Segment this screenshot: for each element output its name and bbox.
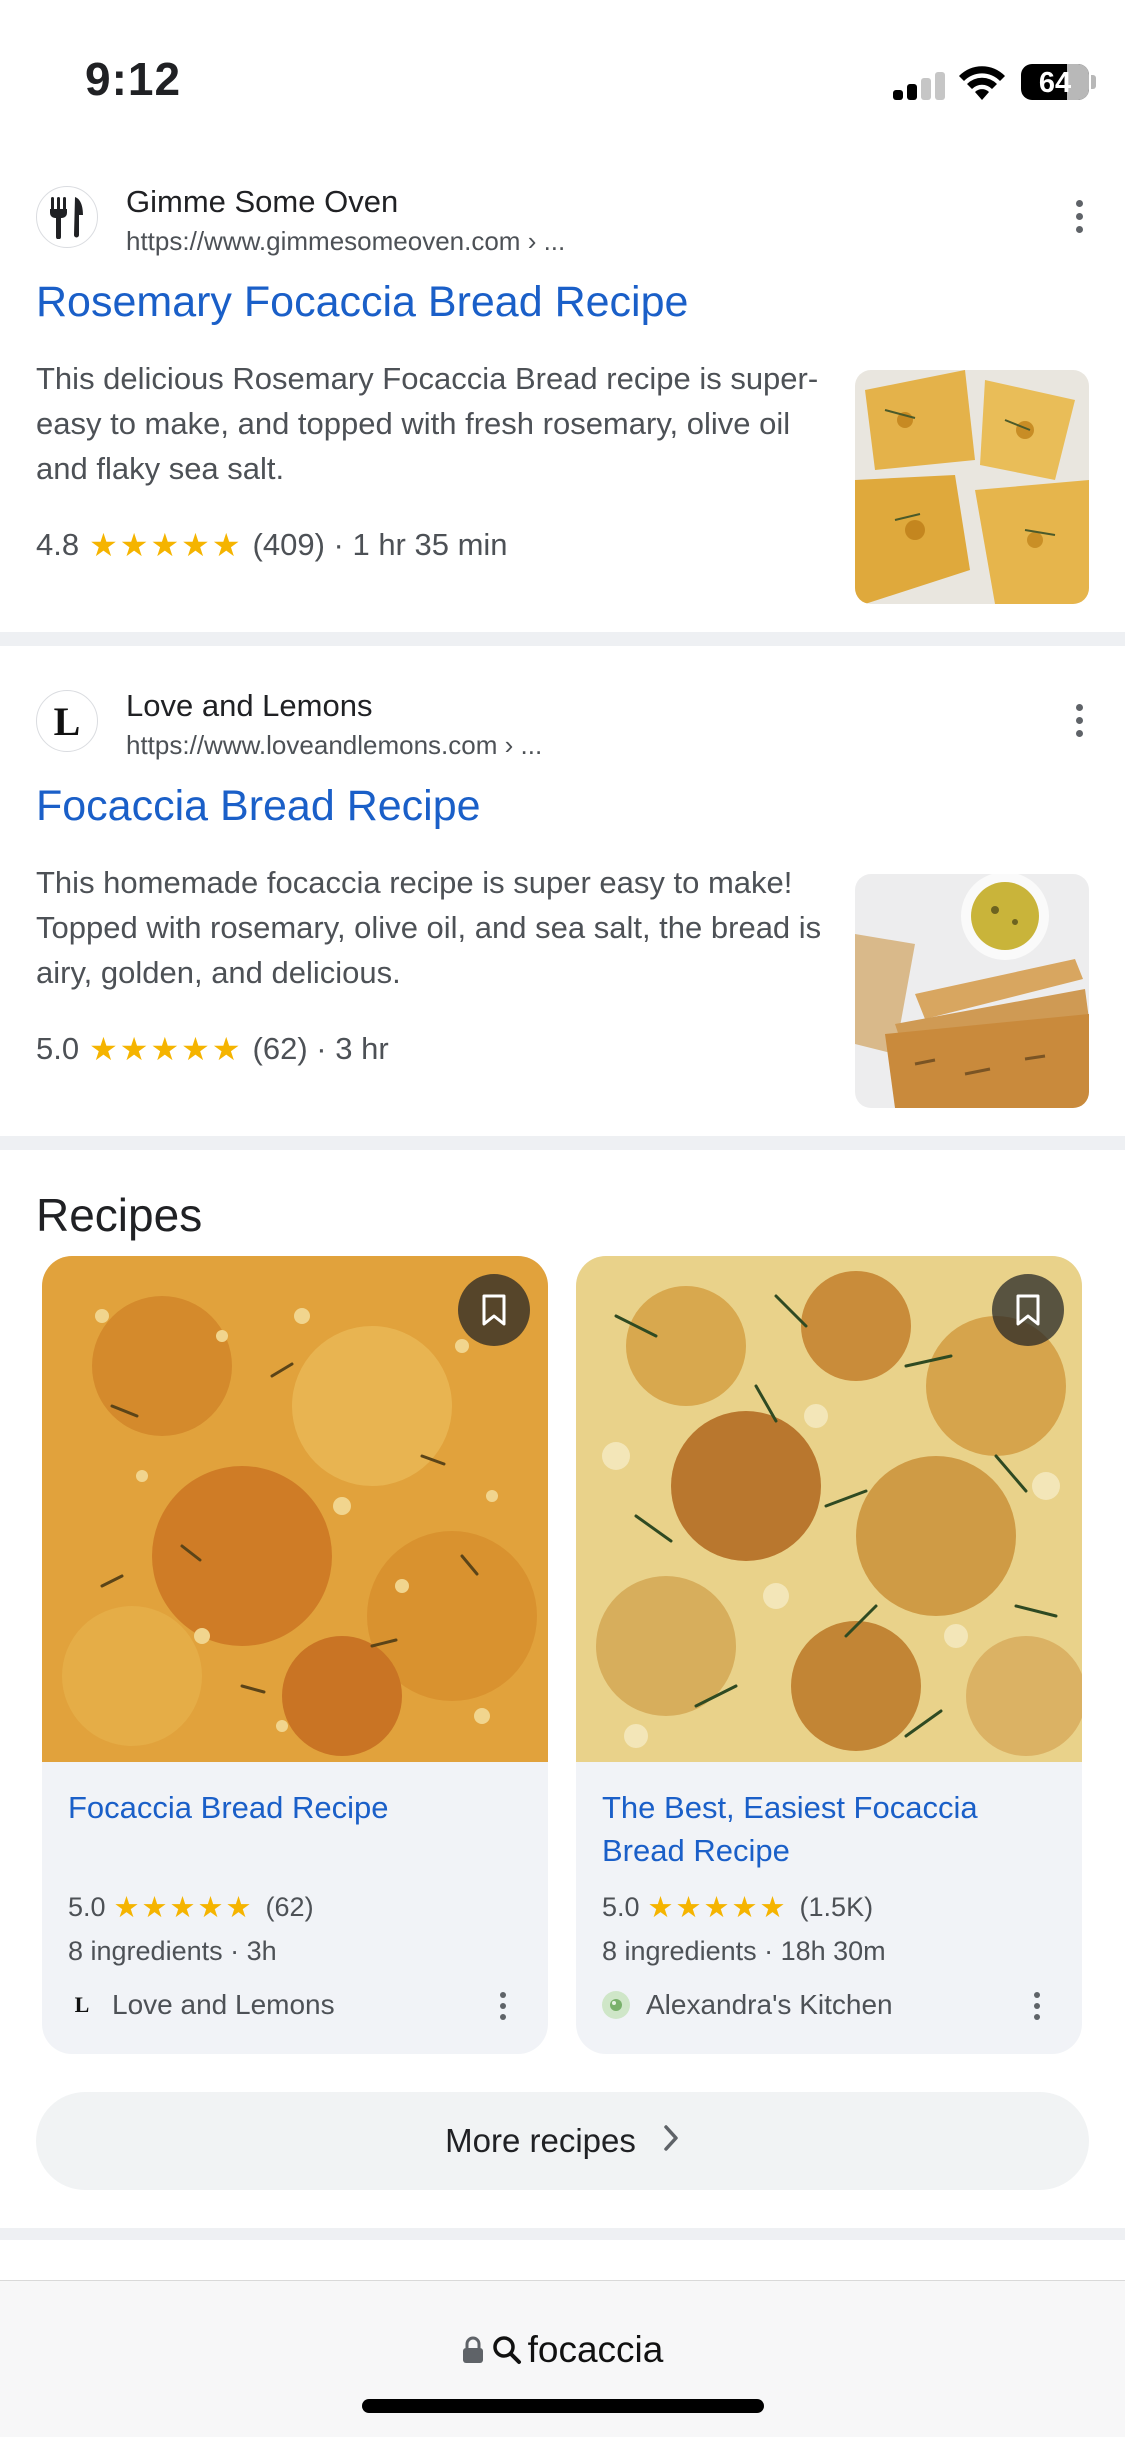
recipe-meta: 8 ingredients · 3h xyxy=(68,1936,277,1966)
recipe-title[interactable]: The Best, Easiest Focaccia Bread Recipe xyxy=(602,1786,1042,1872)
rating-details: (409) · 1 hr 35 min xyxy=(252,527,508,562)
rating-value: 5.0 xyxy=(68,1892,106,1922)
result-thumbnail[interactable] xyxy=(855,370,1089,604)
source-favicon xyxy=(602,1991,630,2019)
source-name: Love and Lemons xyxy=(112,1989,335,2020)
result-thumbnail[interactable] xyxy=(855,874,1089,1108)
rating-count: (1.5K) xyxy=(799,1892,874,1922)
result-separator xyxy=(0,2228,1125,2240)
source-name: Alexandra's Kitchen xyxy=(646,1989,893,2020)
home-indicator[interactable] xyxy=(362,2399,764,2413)
star-rating-icon: ★★★★★ xyxy=(89,1031,243,1067)
chevron-right-icon xyxy=(662,2122,680,2161)
site-name: Love and Lemons xyxy=(126,688,373,723)
status-time: 9:12 xyxy=(85,53,182,105)
kebab-menu-icon[interactable] xyxy=(1030,1992,1044,2025)
recipe-card[interactable]: Focaccia Bread Recipe 5.0 ★★★★★ (62) 8 i… xyxy=(42,1256,548,2054)
address-bar[interactable]: focaccia xyxy=(0,2280,1125,2437)
rating-value: 4.8 xyxy=(36,527,80,562)
result-rating: 4.8 ★★★★★ (409) · 1 hr 35 min xyxy=(36,526,508,564)
wifi-icon xyxy=(959,66,1005,100)
recipe-source[interactable]: L Love and Lemons xyxy=(68,1989,335,2021)
recipe-meta: 8 ingredients · 18h 30m xyxy=(602,1936,886,1966)
status-bar: 9:12 64 xyxy=(0,0,1125,150)
kebab-menu-icon[interactable] xyxy=(496,1992,510,2025)
star-rating-icon: ★★★★★ xyxy=(647,1892,788,1924)
result-separator xyxy=(0,632,1125,646)
lock-icon xyxy=(462,2336,483,2363)
signal-icon xyxy=(893,72,945,100)
search-result[interactable]: L Love and Lemons https://www.loveandlem… xyxy=(0,688,1125,1130)
rating-details: (62) · 3 hr xyxy=(252,1031,389,1066)
result-title[interactable]: Rosemary Focaccia Bread Recipe xyxy=(36,278,688,327)
recipes-heading: Recipes xyxy=(36,1189,203,1241)
address-field[interactable]: focaccia xyxy=(0,2329,1125,2371)
kebab-menu-icon[interactable] xyxy=(1072,704,1086,744)
site-favicon: L xyxy=(36,690,98,752)
result-source[interactable]: Gimme Some Oven https://www.gimmesomeove… xyxy=(36,184,1086,256)
more-recipes-label: More recipes xyxy=(445,2122,636,2159)
result-snippet: This delicious Rosemary Focaccia Bread r… xyxy=(36,361,819,486)
result-snippet: This homemade focaccia recipe is super e… xyxy=(36,865,822,990)
result-separator xyxy=(0,1136,1125,1150)
fork-knife-icon xyxy=(36,186,98,248)
result-title[interactable]: Focaccia Bread Recipe xyxy=(36,782,481,831)
rating-count: (62) xyxy=(265,1892,314,1922)
rating-value: 5.0 xyxy=(602,1892,640,1922)
star-rating-icon: ★★★★★ xyxy=(113,1892,254,1924)
result-source[interactable]: L Love and Lemons https://www.loveandlem… xyxy=(36,688,1086,760)
star-rating-icon: ★★★★★ xyxy=(89,527,243,563)
bookmark-icon[interactable] xyxy=(992,1274,1064,1346)
search-result[interactable]: Gimme Some Oven https://www.gimmesomeove… xyxy=(0,184,1125,626)
bookmark-icon[interactable] xyxy=(458,1274,530,1346)
battery-tip xyxy=(1091,75,1096,89)
result-rating: 5.0 ★★★★★ (62) · 3 hr xyxy=(36,1030,389,1068)
site-name: Gimme Some Oven xyxy=(126,184,399,219)
source-favicon: L xyxy=(74,1992,90,2017)
recipe-title[interactable]: Focaccia Bread Recipe xyxy=(68,1786,508,1829)
recipe-source[interactable]: Alexandra's Kitchen xyxy=(602,1989,893,2021)
site-url: https://www.gimmesomeoven.com › ... xyxy=(126,226,566,256)
kebab-menu-icon[interactable] xyxy=(1072,200,1086,240)
recipe-card[interactable]: The Best, Easiest Focaccia Bread Recipe … xyxy=(576,1256,1082,2054)
more-recipes-button[interactable]: More recipes xyxy=(36,2092,1089,2190)
site-url: https://www.loveandlemons.com › ... xyxy=(126,730,543,760)
recipe-rating: 5.0 ★★★★★ (62) xyxy=(68,1890,314,1925)
battery-icon: 64 xyxy=(1021,64,1089,100)
search-icon xyxy=(492,2336,521,2364)
recipe-rating: 5.0 ★★★★★ (1.5K) xyxy=(602,1890,873,1925)
battery-level: 64 xyxy=(1038,67,1072,99)
address-query: focaccia xyxy=(527,2329,664,2370)
rating-value: 5.0 xyxy=(36,1031,80,1066)
favicon-letter: L xyxy=(53,698,81,744)
